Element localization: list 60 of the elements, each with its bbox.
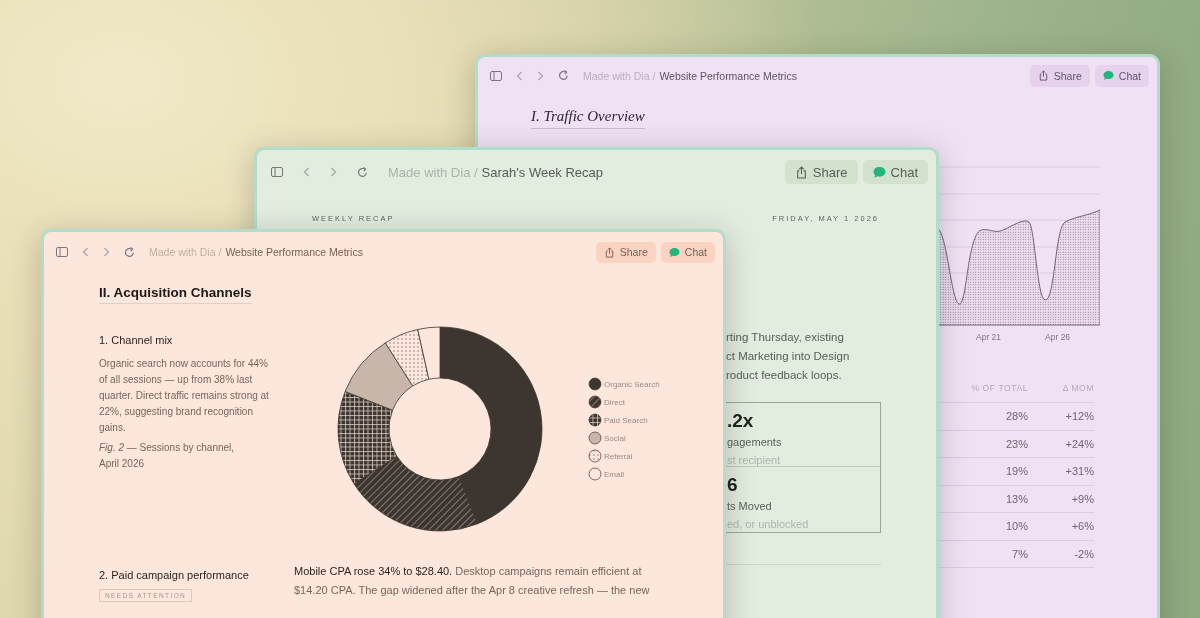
legend-label: Email — [604, 468, 624, 481]
table-cell: +6% — [1028, 513, 1094, 541]
chat-icon — [872, 165, 886, 179]
body-text: rting Thursday, existing — [726, 331, 844, 343]
body-text: ct Marketing into Design — [726, 350, 850, 362]
sidebar-icon[interactable] — [271, 167, 283, 177]
legend-label: Paid Search — [604, 414, 648, 427]
share-icon — [603, 246, 615, 258]
stat-value: 6 — [727, 474, 738, 496]
sidebar-icon[interactable] — [490, 70, 502, 81]
legend-label: Organic Search — [604, 378, 660, 391]
share-button[interactable]: Share — [595, 241, 656, 263]
table-cell: -2% — [1028, 540, 1094, 568]
forward-icon[interactable] — [103, 247, 110, 257]
chat-icon — [1102, 70, 1114, 81]
section-heading: II. Acquisition Channels — [99, 285, 252, 304]
axis-label: Apr 26 — [1045, 332, 1071, 342]
page-title: Website Performance Metrics — [659, 69, 797, 82]
chat-button[interactable]: Chat — [1094, 64, 1149, 87]
table-cell: +9% — [1028, 485, 1094, 513]
chat-button[interactable]: Chat — [862, 160, 928, 184]
table-cell: +31% — [1028, 458, 1094, 486]
legend-swatch-icon — [588, 449, 602, 463]
column-header: Δ MOM — [1028, 383, 1094, 403]
reload-icon[interactable] — [558, 70, 569, 81]
legend-label: Direct — [604, 396, 625, 409]
page-title: Website Performance Metrics — [225, 246, 363, 258]
share-button[interactable]: Share — [1029, 64, 1090, 87]
share-button[interactable]: Share — [784, 160, 858, 184]
legend-label: Social — [604, 432, 626, 445]
stat-label: gagements — [727, 435, 782, 450]
forward-icon[interactable] — [330, 167, 337, 177]
legend-swatch-icon — [588, 431, 602, 445]
section-heading: I. Traffic Overview — [531, 108, 645, 129]
legend-swatch-icon — [588, 467, 602, 481]
reload-icon[interactable] — [357, 166, 368, 178]
stat-value: .2x — [727, 410, 754, 432]
table-cell: +12% — [1028, 403, 1094, 431]
reload-icon[interactable] — [124, 246, 135, 258]
back-icon[interactable] — [82, 247, 89, 257]
chat-button[interactable]: Chat — [660, 241, 715, 263]
back-icon[interactable] — [303, 167, 310, 177]
chat-icon — [668, 246, 680, 258]
body-text: Mobile CPA rose 34% to $28.40. Desktop campaigns remain efficient at $14.20 CPA. The gap widened after the Apr 8 creative refresh — the new — [294, 564, 651, 598]
axis-label: Apr 21 — [976, 332, 1002, 342]
figure-caption: Fig. 2 — Sessions by channel, April 2026 — [99, 441, 236, 471]
sidebar-icon[interactable] — [56, 247, 68, 257]
share-icon — [1037, 70, 1049, 81]
subsection-title: 1. Channel mix — [99, 333, 173, 347]
table-cell: +24% — [1028, 430, 1094, 458]
legend-swatch-icon — [588, 377, 602, 391]
legend-label: Referral — [604, 450, 633, 463]
page-title: Sarah's Week Recap — [481, 164, 604, 180]
subsection-title: 2. Paid campaign performance — [99, 568, 249, 582]
body-text: Organic search now accounts for 44% of all sessions — up from 38% last quarter. Direct traffic remains strong at 22%, suggesting brand recognition gains. — [99, 357, 270, 435]
body-text: roduct feedback loops. — [726, 369, 842, 381]
legend-swatch-icon — [588, 395, 602, 409]
legend-swatch-icon — [588, 413, 602, 427]
stat-label: ts Moved — [727, 499, 772, 514]
share-icon — [794, 165, 808, 179]
